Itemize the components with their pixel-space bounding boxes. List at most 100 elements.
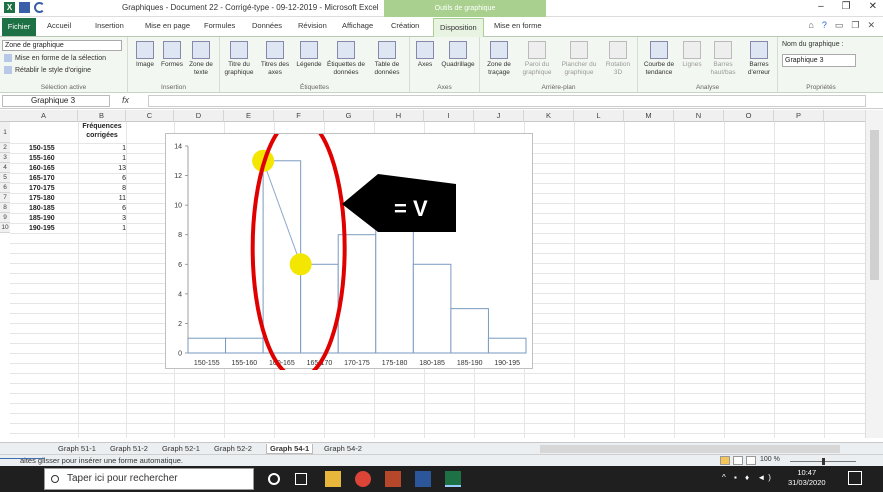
gridlines-button[interactable]: Quadrillage: [438, 41, 478, 69]
clock[interactable]: 10:47 31/03/2020: [788, 468, 826, 488]
tab-file[interactable]: Fichier: [2, 18, 36, 36]
close-workbook-icon[interactable]: ✕: [867, 20, 875, 31]
column-header-n[interactable]: N: [674, 110, 724, 122]
column-header-i[interactable]: I: [424, 110, 474, 122]
column-header-j[interactable]: J: [474, 110, 524, 122]
save-icon[interactable]: [19, 2, 30, 13]
file-explorer-icon[interactable]: [325, 471, 341, 487]
task-view-icon[interactable]: [295, 473, 307, 485]
row-header-9[interactable]: 9: [0, 213, 10, 223]
page-layout-view-button[interactable]: [733, 456, 743, 465]
restore-workbook-icon[interactable]: ❐: [851, 20, 859, 31]
rotation-3d-button[interactable]: Rotation 3D: [602, 41, 634, 77]
row-header-5[interactable]: 5: [0, 173, 10, 183]
column-header-b[interactable]: B: [78, 110, 126, 122]
tab-format[interactable]: Mise en forme: [494, 21, 542, 30]
column-header-k[interactable]: K: [524, 110, 574, 122]
chrome-icon[interactable]: [355, 471, 371, 487]
row-header-3[interactable]: 3: [0, 153, 10, 163]
word-icon[interactable]: [415, 471, 431, 487]
help-icon[interactable]: ?: [822, 20, 827, 31]
sheet-tab[interactable]: Graph 51-1: [58, 444, 96, 453]
chart-wall-button[interactable]: Paroi du graphique: [518, 41, 556, 77]
trendline-button[interactable]: Courbe de tendance: [640, 41, 678, 77]
row-header-8[interactable]: 8: [0, 203, 10, 213]
row-header-10[interactable]: 10: [0, 223, 10, 233]
tab-page-layout[interactable]: Mise en page: [145, 21, 190, 30]
image-button[interactable]: Image: [132, 41, 158, 69]
column-header-c[interactable]: C: [126, 110, 174, 122]
axis-titles-button[interactable]: Titres des axes: [258, 41, 292, 77]
zoom-slider-handle[interactable]: [822, 458, 825, 465]
lines-button[interactable]: Lignes: [680, 41, 704, 69]
tab-formulas[interactable]: Formules: [204, 21, 235, 30]
column-header-o[interactable]: O: [724, 110, 774, 122]
cortana-icon[interactable]: [268, 473, 280, 485]
column-header-l[interactable]: L: [574, 110, 624, 122]
restore-icon[interactable]: ❐: [842, 1, 851, 12]
sheet-tab[interactable]: Graph 52-1: [162, 444, 200, 453]
sheet-tab[interactable]: Graph 52-2: [214, 444, 252, 453]
tab-layout[interactable]: Disposition: [433, 18, 484, 37]
notification-icon[interactable]: [848, 471, 862, 485]
chart-floor-button[interactable]: Plancher du graphique: [558, 41, 600, 77]
collapse-ribbon-icon[interactable]: ⌂: [808, 20, 813, 31]
zoom-level[interactable]: 100 %: [760, 456, 780, 463]
chart-title-button[interactable]: Titre du graphique: [222, 41, 256, 77]
header-b-line2[interactable]: corrigées: [78, 131, 126, 141]
tab-review[interactable]: Révision: [298, 21, 327, 30]
row-header-1[interactable]: 1: [0, 122, 10, 143]
minimize-workbook-icon[interactable]: ▭: [835, 20, 844, 31]
histogram-chart[interactable]: 0 2 4 6 8 10 12 14 150-155 155-160 160-165 165-170 1…: [165, 133, 533, 370]
minimize-icon[interactable]: –: [818, 1, 824, 12]
selection-dropdown[interactable]: Zone de graphique: [2, 40, 122, 51]
row-header-6[interactable]: 6: [0, 183, 10, 193]
reset-style-button[interactable]: Rétablir le style d'origine: [4, 66, 91, 74]
sheet-tab[interactable]: Graph 51-2: [110, 444, 148, 453]
tab-insert[interactable]: Insertion: [95, 21, 124, 30]
horizontal-scrollbar[interactable]: [540, 445, 840, 453]
error-bars-button[interactable]: Barres d'erreur: [742, 41, 776, 77]
column-header-p[interactable]: P: [774, 110, 824, 122]
column-header-d[interactable]: D: [174, 110, 224, 122]
system-tray[interactable]: ^ ▪ ♦ ◄): [722, 473, 774, 482]
name-box[interactable]: Graphique 3: [2, 95, 110, 107]
row-header-2[interactable]: 2: [0, 143, 10, 153]
column-header-e[interactable]: E: [224, 110, 274, 122]
row-header-4[interactable]: 4: [0, 163, 10, 173]
data-table-button[interactable]: Table de données: [368, 41, 406, 77]
close-icon[interactable]: ✕: [869, 1, 877, 12]
insert-function-icon[interactable]: fx: [122, 95, 129, 105]
column-header-a[interactable]: A: [10, 110, 78, 122]
data-labels-button[interactable]: Étiquettes de données: [326, 41, 366, 77]
excel-taskbar-icon[interactable]: [445, 471, 461, 487]
shapes-button[interactable]: Formes: [159, 41, 185, 69]
normal-view-button[interactable]: [720, 456, 730, 465]
vertical-scrollbar[interactable]: [865, 110, 883, 438]
column-header-g[interactable]: G: [324, 110, 374, 122]
powerpoint-icon[interactable]: [385, 471, 401, 487]
tab-home[interactable]: Accueil: [47, 21, 71, 30]
row-header-7[interactable]: 7: [0, 193, 10, 203]
tab-design[interactable]: Création: [391, 21, 419, 30]
sheet-tab[interactable]: Graph 54-1: [266, 444, 314, 454]
textbox-button[interactable]: Zone de texte: [186, 41, 216, 77]
format-selection-button[interactable]: Mise en forme de la sélection: [4, 54, 106, 62]
column-header-h[interactable]: H: [374, 110, 424, 122]
plot-area-button[interactable]: Zone de traçage: [482, 41, 516, 77]
formula-input[interactable]: [148, 95, 866, 107]
sheet-tab[interactable]: Graph 54-2: [324, 444, 362, 453]
legend-button[interactable]: Légende: [294, 41, 324, 69]
group-label: Analyse: [695, 84, 720, 91]
axes-button[interactable]: Axes: [414, 41, 436, 69]
chart-name-input[interactable]: Graphique 3: [782, 54, 856, 67]
tab-data[interactable]: Données: [252, 21, 282, 30]
undo-icon[interactable]: [34, 2, 45, 13]
page-break-view-button[interactable]: [746, 456, 756, 465]
tab-view[interactable]: Affichage: [342, 21, 373, 30]
taskbar-search[interactable]: Taper ici pour rechercher: [44, 468, 254, 490]
scroll-thumb[interactable]: [870, 130, 879, 280]
updown-bars-button[interactable]: Barres haut/bas: [706, 41, 740, 77]
column-header-m[interactable]: M: [624, 110, 674, 122]
column-header-f[interactable]: F: [274, 110, 324, 122]
